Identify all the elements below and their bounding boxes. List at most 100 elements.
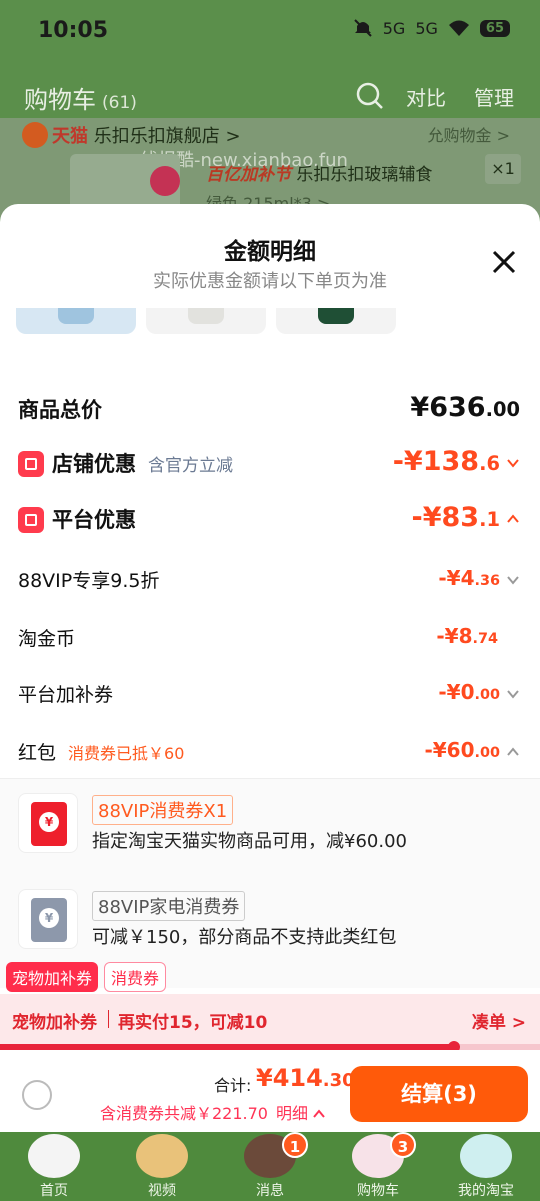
row-value: -¥4.36 — [438, 566, 520, 590]
pet-bar-title: 宠物加补券 — [12, 1013, 97, 1033]
product-thumbnail[interactable] — [16, 308, 136, 334]
signal-icon: 5G — [382, 18, 406, 38]
cart-badge: 3 — [390, 1132, 416, 1158]
total-value: ¥414.30 — [256, 1064, 355, 1092]
product-thumbnail[interactable] — [276, 308, 396, 334]
store-icon — [18, 451, 44, 477]
row-label: 商品总价 — [18, 398, 102, 422]
coupon-item[interactable]: ¥ 88VIP家电消费券 可减￥150，部分商品不支持此类红包 — [16, 889, 526, 969]
detail-toggle[interactable]: 明细 — [276, 1104, 325, 1123]
tab-label: 首页 — [40, 1183, 68, 1199]
appliance-envelope-icon: ¥ — [18, 889, 78, 949]
row-vip-discount[interactable]: 88VIP专享9.5折 -¥4.36 — [0, 562, 540, 602]
row-label: 淘金币 — [18, 628, 76, 650]
tab-cart[interactable]: 3 购物车 — [324, 1132, 432, 1201]
coupon-tag: 88VIP家电消费券 — [92, 891, 246, 921]
tmall-brand: 天猫 — [52, 126, 88, 147]
coupon-tag: 88VIP消费券X1 — [92, 795, 234, 825]
signal-icon: 5G — [415, 18, 438, 38]
product-thumbnails — [16, 308, 396, 334]
checkout-button[interactable]: 结算(3) — [350, 1066, 528, 1122]
store-name[interactable]: 乐扣乐扣旗舰店 > — [94, 126, 241, 147]
battery-icon: 65 — [479, 19, 510, 37]
row-value: ¥636.00 — [410, 392, 520, 423]
store-right-text[interactable]: 允购物金 > — [428, 122, 511, 146]
row-note: 消费券已抵￥60 — [68, 744, 185, 763]
product-thumbnail[interactable] — [146, 308, 266, 334]
row-value: -¥83.1 — [412, 502, 521, 533]
coupon-list: ¥ 88VIP消费券X1 指定淘宝天猫实物商品可用，减¥60.00 ¥ 88VI… — [0, 778, 540, 988]
row-platform-subsidy[interactable]: 平台加补券 -¥0.00 — [0, 676, 540, 716]
tab-messages[interactable]: 1 消息 — [216, 1132, 324, 1201]
row-label: 红包 消费券已抵￥60 — [18, 742, 185, 764]
row-taojinbi: 淘金币 -¥8.74 — [0, 620, 540, 660]
promo-label: 百亿加补节 — [206, 165, 291, 185]
pet-bar-hint: 再实付15，可减10 — [118, 1013, 268, 1033]
discount-summary: 含消费券共减￥221.70 明细 — [100, 1100, 325, 1124]
divider — [108, 1010, 109, 1028]
row-label: 平台优惠 — [52, 508, 136, 532]
row-total-price: 商品总价 ¥636.00 — [0, 390, 540, 430]
sheet-subtitle: 实际优惠金额请以下单页为准 — [153, 271, 387, 292]
row-value: -¥8.74 — [436, 624, 498, 648]
dog-icon — [136, 1134, 188, 1178]
chevron-down-icon — [507, 575, 519, 585]
coupon-tags: 宠物加补券 消费券 — [6, 962, 167, 992]
tab-label: 购物车 — [357, 1183, 399, 1199]
row-label: 平台加补券 — [18, 684, 114, 706]
page-title: 购物车 (61) — [24, 86, 137, 114]
store-row[interactable]: 天猫 乐扣乐扣旗舰店 > — [22, 122, 241, 148]
row-store-discount[interactable]: 店铺优惠 含官方立减 -¥138.6 — [0, 446, 540, 486]
tab-video[interactable]: 视频 — [108, 1132, 216, 1201]
total-label: 合计: — [214, 1076, 252, 1095]
quantity-badge[interactable]: ×1 — [485, 154, 521, 184]
coupon-desc: 可减￥150，部分商品不支持此类红包 — [92, 927, 397, 948]
row-label: 88VIP专享9.5折 — [18, 570, 160, 592]
unicorn-icon — [460, 1134, 512, 1178]
red-envelope-icon: ¥ — [18, 793, 78, 853]
chevron-up-icon — [507, 746, 519, 756]
chevron-down-icon — [507, 689, 519, 699]
tab-label: 视频 — [148, 1183, 176, 1199]
tab-home[interactable]: 首页 — [0, 1132, 108, 1201]
add-items-link[interactable]: 凑单 > — [472, 1008, 526, 1033]
platform-icon — [18, 507, 44, 533]
checkout-bar: 合计: ¥414.30 含消费券共减￥221.70 明细 结算(3) — [0, 1050, 540, 1132]
row-platform-discount[interactable]: 平台优惠 -¥83.1 — [0, 502, 540, 542]
product-title[interactable]: 百亿加补节 乐扣乐扣玻璃辅食 — [206, 160, 432, 185]
tab-label: 消息 — [256, 1183, 284, 1199]
amount-detail-sheet: 金额明细 实际优惠金额请以下单页为准 商品总价 ¥636.00 店铺优惠 含官方立… — [0, 204, 540, 1132]
chevron-up-icon — [313, 1109, 325, 1118]
chart-badge-icon — [150, 166, 180, 196]
cart-count: (61) — [102, 93, 137, 113]
search-icon[interactable] — [356, 82, 384, 110]
close-icon[interactable] — [488, 246, 520, 278]
coupon-item[interactable]: ¥ 88VIP消费券X1 指定淘宝天猫实物商品可用，减¥60.00 — [16, 793, 526, 873]
message-badge: 1 — [282, 1132, 308, 1158]
panda-icon — [28, 1134, 80, 1178]
row-value: -¥0.00 — [438, 680, 520, 704]
tab-label: 我的淘宝 — [458, 1183, 514, 1199]
manage-button[interactable]: 管理 — [474, 82, 514, 111]
compare-button[interactable]: 对比 — [406, 82, 446, 111]
chevron-down-icon — [507, 458, 519, 468]
cart-item: 天猫 乐扣乐扣旗舰店 > 允购物金 > 线报酷-new.xianbao.fun … — [0, 118, 540, 224]
wifi-icon — [448, 20, 469, 36]
row-red-packet[interactable]: 红包 消费券已抵￥60 -¥60.00 — [0, 734, 540, 774]
row-value: -¥138.6 — [393, 446, 520, 477]
tab-my-taobao[interactable]: 我的淘宝 — [432, 1132, 540, 1201]
row-label: 店铺优惠 含官方立减 — [52, 452, 233, 476]
row-value: -¥60.00 — [424, 738, 520, 762]
row-note: 含官方立减 — [148, 456, 233, 476]
status-icons: 5G 5G 65 — [353, 18, 510, 38]
pet-subsidy-tag: 宠物加补券 — [6, 962, 99, 992]
consume-coupon-tag: 消费券 — [104, 962, 167, 992]
chevron-up-icon — [507, 513, 519, 523]
status-bar: 10:05 5G 5G 65 — [0, 0, 540, 62]
cart-header: 购物车 (61) 对比 管理 — [0, 62, 540, 126]
status-time: 10:05 — [38, 18, 109, 43]
select-all-radio[interactable] — [22, 1080, 52, 1110]
checkbox-icon[interactable] — [22, 122, 48, 148]
pet-subsidy-bar[interactable]: 宠物加补券 再实付15，可减10 凑单 > — [0, 994, 540, 1048]
coupon-desc: 指定淘宝天猫实物商品可用，减¥60.00 — [92, 831, 407, 852]
